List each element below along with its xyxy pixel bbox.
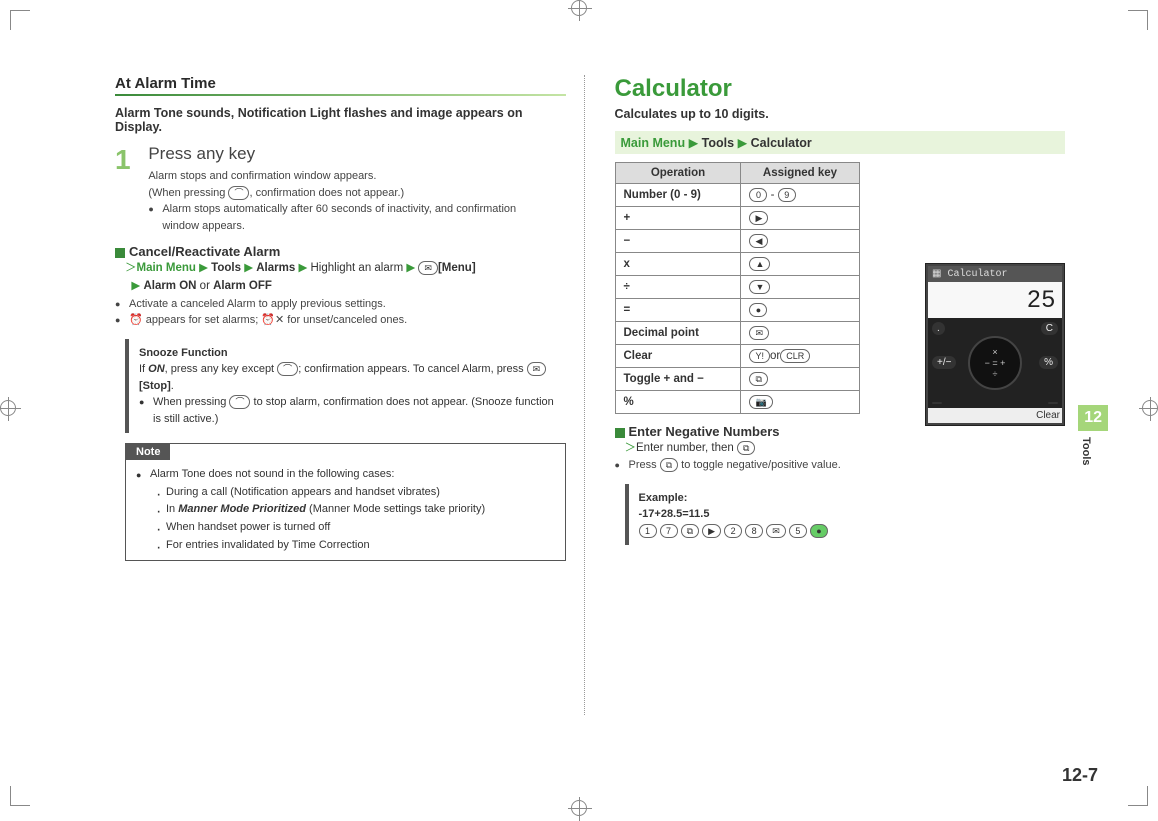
- end-key-icon: ⌒: [229, 395, 250, 409]
- app-key-icon: ⧉: [737, 441, 755, 455]
- end-key-icon: ⌒: [228, 186, 249, 200]
- mail-key-icon: ✉: [527, 362, 547, 376]
- example-keys: 1 7 ⧉ ▶ 2 8 ✉ 5 ●: [639, 523, 1056, 540]
- step-1: 1 Press any key Alarm stops and confirma…: [115, 144, 566, 234]
- clr-key-icon: CLR: [780, 349, 810, 363]
- page-number: 12-7: [1062, 765, 1098, 786]
- page-content: At Alarm Time Alarm Tone sounds, Notific…: [115, 75, 1065, 715]
- left-key-icon: ◀: [749, 234, 768, 248]
- note-sub-4: For entries invalidated by Time Correcti…: [136, 537, 555, 555]
- center-key-icon: ●: [749, 303, 767, 317]
- table-row: Number (0 - 9)0 - 9: [615, 184, 859, 207]
- example-eq: -17+28.5=11.5: [639, 506, 1056, 523]
- left-column: At Alarm Time Alarm Tone sounds, Notific…: [115, 75, 585, 715]
- step-bullet: Alarm stops automatically after 60 secon…: [148, 201, 548, 234]
- step-title: Press any key: [148, 144, 548, 164]
- table-row: +▶: [615, 207, 859, 230]
- mail-key-icon: ✉: [418, 261, 438, 275]
- step-line2: (When pressing ⌒, confirmation does not …: [148, 185, 548, 202]
- phone-softkey-clear: Clear: [928, 408, 1062, 423]
- section-title: At Alarm Time: [115, 75, 566, 96]
- note-label: Note: [126, 444, 170, 460]
- up-key-icon: ▲: [749, 257, 770, 271]
- phone-keypad: . C +/− % ×− = +÷: [928, 318, 1062, 408]
- snooze-block: Snooze Function If ON, press any key exc…: [125, 339, 566, 434]
- table-row: −◀: [615, 230, 859, 253]
- note-sub-1: During a call (Notification appears and …: [136, 484, 555, 502]
- snooze-title: Snooze Function: [139, 345, 556, 362]
- table-row: ClearY!orCLR: [615, 345, 859, 368]
- section-intro: Alarm Tone sounds, Notification Light fl…: [115, 106, 566, 134]
- negative-bullet: Press ⧉ to toggle negative/positive valu…: [615, 457, 1066, 474]
- table-header-op: Operation: [615, 163, 741, 184]
- right-key-icon: ▶: [749, 211, 768, 225]
- alarm-set-icon: ⏰: [129, 314, 143, 326]
- table-row: Toggle + and −⧉: [615, 368, 859, 391]
- square-marker-icon: [615, 428, 625, 438]
- mail-key-icon: ✉: [749, 326, 769, 340]
- table-row: ÷▼: [615, 276, 859, 299]
- table-row: Decimal point✉: [615, 322, 859, 345]
- note-box: Note Alarm Tone does not sound in the fo…: [125, 443, 566, 561]
- calculator-title: Calculator: [615, 75, 1066, 103]
- chapter-tab: 12 Tools: [1078, 405, 1108, 472]
- chapter-label: Tools: [1078, 431, 1094, 472]
- negative-line: ＞Enter number, then ⧉: [625, 439, 1066, 457]
- camera-key-icon: 📷: [749, 395, 772, 409]
- phone-display: 25: [928, 282, 1062, 318]
- table-row: =●: [615, 299, 859, 322]
- end-key-icon: ⌒: [277, 362, 298, 376]
- phone-mockup: ▦ Calculator 25 . C +/− % ×− = +÷ Clear: [925, 263, 1065, 426]
- calculator-table: OperationAssigned key Number (0 - 9)0 - …: [615, 162, 860, 414]
- cancel-heading: Cancel/Reactivate Alarm: [115, 244, 566, 259]
- note-sub-2: In Manner Mode Prioritized (Manner Mode …: [136, 501, 555, 519]
- negative-heading: Enter Negative Numbers: [615, 424, 1066, 439]
- example-title: Example:: [639, 490, 1056, 507]
- alarm-unset-icon: ⏰✕: [261, 314, 284, 326]
- example-block: Example: -17+28.5=11.5 1 7 ⧉ ▶ 2 8 ✉ 5 ●: [625, 484, 1066, 546]
- snooze-body: If ON, press any key except ⌒; confirmat…: [139, 361, 556, 394]
- snooze-bullet: When pressing ⌒ to stop alarm, confirmat…: [139, 394, 556, 427]
- down-key-icon: ▼: [749, 280, 770, 294]
- cancel-nav: ＞Main Menu ▶ Tools ▶ Alarms ▶ Highlight …: [125, 259, 566, 296]
- calculator-subtitle: Calculates up to 10 digits.: [615, 107, 1066, 121]
- note-bullet: Alarm Tone does not sound in the followi…: [136, 466, 555, 484]
- phone-nav-circle: ×− = +÷: [968, 336, 1022, 390]
- step-line1: Alarm stops and confirmation window appe…: [148, 168, 548, 185]
- app-key-icon: ⧉: [749, 372, 767, 386]
- phone-app-title: ▦ Calculator: [928, 266, 1062, 282]
- calculator-path: Main Menu ▶ Tools ▶ Calculator: [615, 131, 1066, 154]
- chapter-number: 12: [1078, 405, 1108, 431]
- table-row: x▲: [615, 253, 859, 276]
- table-row: %📷: [615, 391, 859, 414]
- app-key-icon: ⧉: [660, 458, 678, 472]
- right-column: Calculator Calculates up to 10 digits. M…: [615, 75, 1066, 715]
- note-sub-3: When handset power is turned off: [136, 519, 555, 537]
- square-marker-icon: [115, 248, 125, 258]
- y-key-icon: Y!: [749, 349, 770, 363]
- cancel-bullet-2: ⏰ appears for set alarms; ⏰✕ for unset/c…: [115, 312, 566, 329]
- step-number: 1: [115, 144, 145, 176]
- table-header-key: Assigned key: [741, 163, 859, 184]
- cancel-bullet-1: Activate a canceled Alarm to apply previ…: [115, 296, 566, 313]
